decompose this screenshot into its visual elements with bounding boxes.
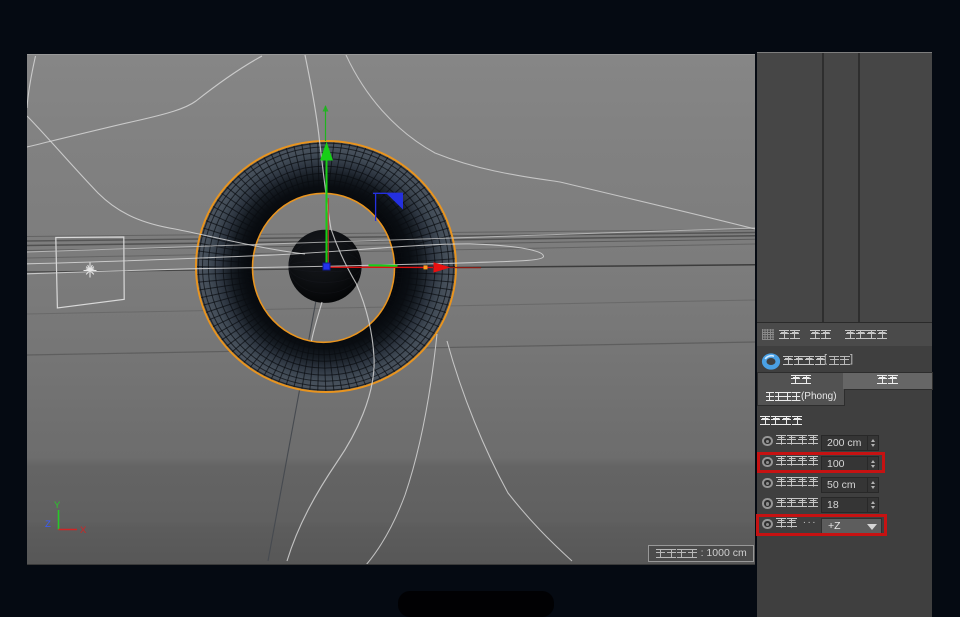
svg-text:X: X xyxy=(80,525,87,536)
svg-text:Z: Z xyxy=(45,519,51,530)
svg-text:Y: Y xyxy=(54,500,61,511)
